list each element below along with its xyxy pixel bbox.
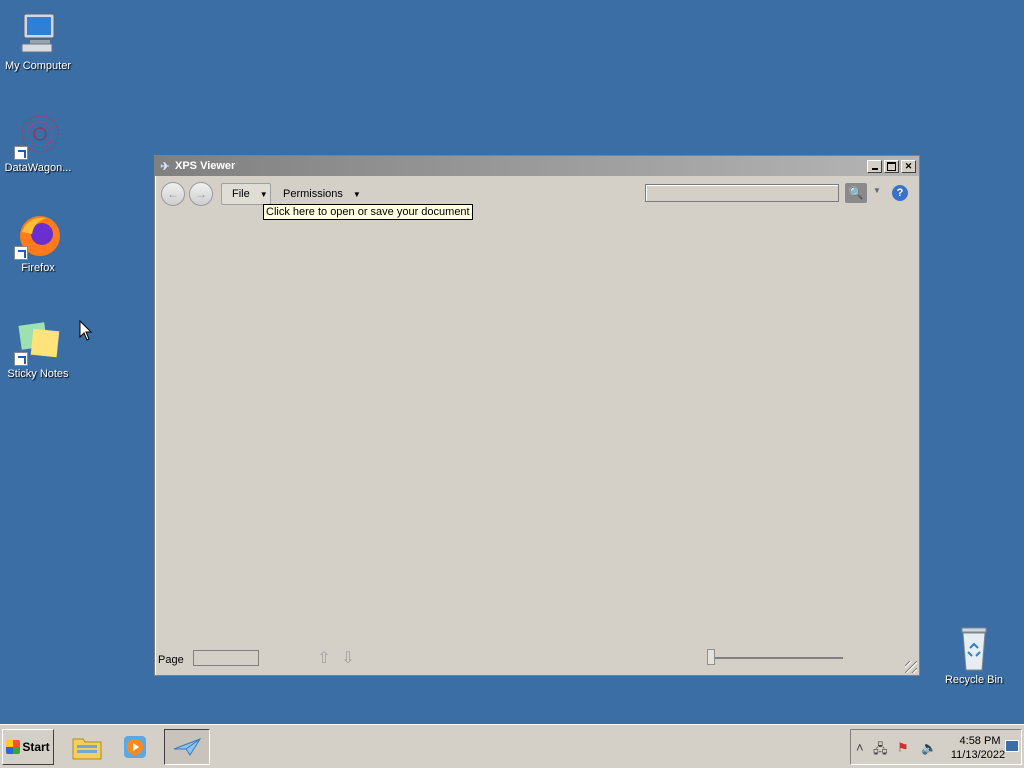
arrow-down-icon: ⇩	[341, 650, 355, 667]
taskbar: Start ˄ 🖧 ⚑ 🔈 4:58 PM 11/13/2022	[0, 724, 1024, 768]
desktop-icon-sticky-notes[interactable]: Sticky Notes	[0, 318, 76, 381]
desktop-icon-label: Sticky Notes	[7, 368, 69, 380]
desktop-icon-label: Recycle Bin	[944, 674, 1004, 686]
page-number-input[interactable]	[193, 650, 259, 666]
windows-logo-icon	[6, 740, 21, 754]
forward-button[interactable]: →	[189, 182, 213, 206]
show-desktop-button[interactable]	[1005, 740, 1019, 752]
window-title: XPS Viewer	[175, 160, 236, 172]
sticky-notes-icon	[14, 318, 62, 366]
taskbar-explorer-button[interactable]	[64, 729, 110, 765]
permissions-menu-button[interactable]: Permissions ▼	[273, 183, 365, 205]
search-input[interactable]	[645, 184, 839, 202]
desktop-icon-firefox[interactable]: Firefox	[0, 212, 76, 275]
desktop-icon-label: Firefox	[21, 262, 55, 274]
recycle-bin-icon	[950, 624, 998, 672]
folder-icon	[72, 738, 102, 760]
maximize-button[interactable]	[884, 159, 899, 173]
desktop-icon-datawagon[interactable]: DataWagon...	[0, 112, 76, 175]
search-options-chevron-icon[interactable]: ▼	[873, 186, 881, 195]
file-menu-tooltip: Click here to open or save your document	[263, 204, 473, 220]
clock-time[interactable]: 4:58 PM	[955, 735, 1005, 747]
clock-date[interactable]: 11/13/2022	[943, 749, 1013, 761]
taskbar-media-player-button[interactable]	[112, 729, 158, 765]
xps-viewer-icon	[173, 737, 202, 756]
help-button[interactable]: ?	[892, 185, 908, 201]
start-button[interactable]: Start	[2, 729, 54, 765]
arrow-up-icon: ⇧	[317, 650, 331, 667]
media-player-icon	[124, 736, 146, 758]
previous-page-button[interactable]: ⇧	[316, 648, 332, 668]
zoom-slider-track[interactable]	[711, 657, 843, 659]
minimize-icon	[871, 167, 878, 170]
xps-app-icon: ✈	[160, 160, 170, 173]
minimize-button[interactable]	[867, 159, 882, 173]
search-button[interactable]: 🔍	[845, 183, 867, 203]
desktop-icon-my-computer[interactable]: My Computer	[0, 10, 76, 73]
file-menu-label: File	[232, 188, 250, 200]
help-icon: ?	[896, 187, 904, 199]
show-hidden-icons-chevron-icon[interactable]: ˄	[856, 740, 864, 755]
back-arrow-icon: ←	[167, 187, 179, 201]
next-page-button[interactable]: ⇩	[340, 648, 356, 668]
resize-grip-icon[interactable]	[905, 661, 917, 673]
firefox-icon	[14, 212, 62, 260]
taskbar-xps-viewer-button[interactable]	[164, 729, 210, 765]
page-label: Page	[158, 654, 184, 666]
desktop-icon-label: DataWagon...	[4, 162, 72, 174]
start-label: Start	[22, 740, 50, 754]
close-icon: ✕	[904, 160, 913, 171]
network-icon[interactable]: 🖧	[873, 740, 888, 762]
permissions-menu-label: Permissions	[283, 188, 343, 200]
close-button[interactable]: ✕	[901, 159, 916, 173]
shortcut-arrow-icon	[14, 246, 28, 260]
xps-viewer-window: ✈ XPS Viewer ✕ ← → File ▼ Permissions ▼ …	[154, 155, 920, 676]
window-titlebar[interactable]: ✈ XPS Viewer ✕	[155, 156, 919, 176]
desktop-icon-recycle-bin[interactable]: Recycle Bin	[936, 624, 1012, 687]
desktop-icon-label: My Computer	[4, 60, 72, 72]
maximize-icon	[887, 161, 896, 171]
system-tray: ˄ 🖧 ⚑ 🔈 4:58 PM 11/13/2022	[850, 729, 1022, 765]
forward-arrow-icon: →	[195, 187, 207, 201]
action-center-flag-icon[interactable]: ⚑	[897, 740, 909, 756]
search-icon: 🔍	[848, 186, 864, 200]
shortcut-arrow-icon	[14, 146, 28, 160]
chevron-down-icon: ▼	[259, 189, 268, 199]
volume-icon[interactable]: 🔈	[921, 740, 937, 756]
back-button[interactable]: ←	[161, 182, 185, 206]
shortcut-arrow-icon	[14, 352, 28, 366]
mouse-cursor-icon	[79, 319, 93, 345]
window-statusbar: Page ⇧ ⇩	[155, 645, 919, 675]
file-menu-button[interactable]: File ▼	[221, 183, 271, 205]
computer-icon	[14, 10, 62, 58]
chevron-down-icon: ▼	[352, 189, 361, 199]
zoom-slider-thumb[interactable]	[707, 649, 715, 665]
datawagon-icon	[14, 112, 62, 160]
